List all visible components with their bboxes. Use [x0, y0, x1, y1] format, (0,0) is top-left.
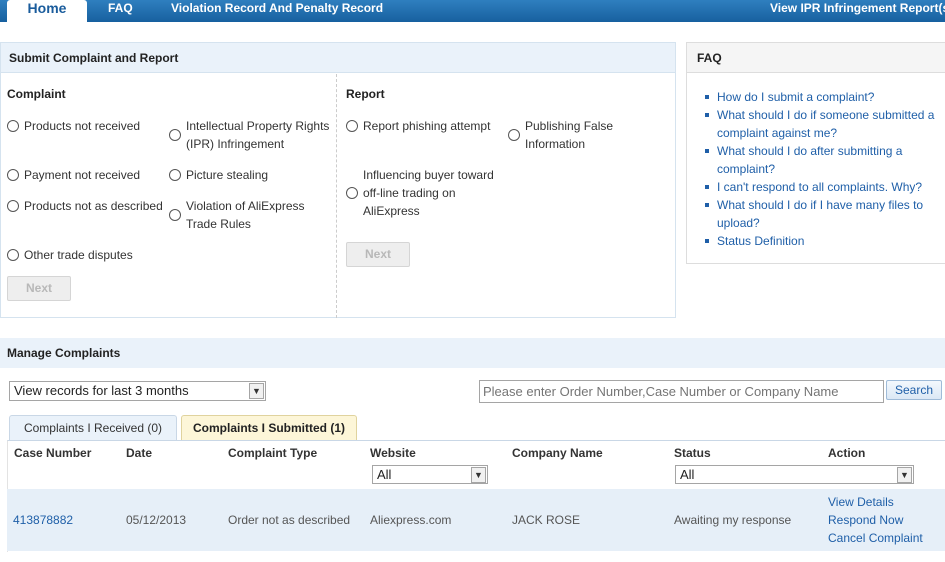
faq-list: How do I submit a complaint? What should…: [704, 88, 944, 250]
faq-link[interactable]: I can't respond to all complaints. Why?: [704, 178, 944, 196]
option-offline-trading[interactable]: Influencing buyer toward off-line tradin…: [346, 166, 506, 220]
option-payment-not-received[interactable]: Payment not received: [7, 166, 167, 184]
view-details-link[interactable]: View Details: [828, 495, 894, 509]
option-products-not-received[interactable]: Products not received: [7, 117, 167, 135]
option-label: Payment not received: [24, 168, 141, 182]
top-navigation: Home FAQ Violation Record And Penalty Re…: [0, 0, 945, 26]
nav-tab-violation-record[interactable]: Violation Record And Penalty Record: [171, 0, 383, 22]
tab-complaints-submitted[interactable]: Complaints I Submitted (1): [181, 415, 357, 440]
website-filter-select[interactable]: All ▼: [372, 465, 488, 484]
option-products-not-as-described[interactable]: Products not as described: [7, 197, 172, 215]
option-violation-trade-rules[interactable]: Violation of AliExpress Trade Rules: [169, 197, 319, 233]
manage-complaints-title: Manage Complaints: [0, 338, 945, 368]
faq-link[interactable]: What should I do if I have many files to…: [704, 196, 944, 232]
tab-complaints-received[interactable]: Complaints I Received (0): [9, 415, 177, 440]
radio-button[interactable]: [346, 187, 358, 199]
column-header-action: Action: [828, 446, 866, 460]
option-other-trade-disputes[interactable]: Other trade disputes: [7, 246, 167, 264]
option-label: Products not as described: [24, 199, 163, 213]
option-label: Products not received: [24, 119, 141, 133]
column-divider: [336, 74, 337, 318]
complaint-website: Aliexpress.com: [370, 513, 452, 527]
complaint-date: 05/12/2013: [126, 513, 187, 527]
radio-button[interactable]: [346, 120, 358, 132]
submit-panel-title: Submit Complaint and Report: [1, 43, 675, 73]
column-header-complaint-type: Complaint Type: [228, 446, 318, 460]
option-report-phishing[interactable]: Report phishing attempt: [346, 117, 506, 135]
radio-button[interactable]: [7, 169, 19, 181]
period-select-value: View records for last 3 months: [14, 383, 189, 398]
option-label: Publishing False Information: [525, 119, 614, 151]
nav-tab-home[interactable]: Home: [7, 0, 87, 26]
faq-link[interactable]: What should I do if someone submitted a …: [704, 106, 944, 142]
faq-link[interactable]: Status Definition: [704, 232, 944, 250]
radio-button[interactable]: [169, 129, 181, 141]
company-name: JACK ROSE: [512, 513, 581, 527]
radio-button[interactable]: [169, 209, 181, 221]
nav-tab-faq[interactable]: FAQ: [108, 0, 133, 22]
faq-panel: FAQ How do I submit a complaint? What sh…: [686, 42, 945, 264]
radio-button[interactable]: [7, 249, 19, 261]
column-header-case-number: Case Number: [14, 446, 92, 460]
chevron-down-icon[interactable]: ▼: [897, 467, 912, 483]
option-label: Picture stealing: [186, 168, 269, 182]
option-label: Report phishing attempt: [363, 119, 491, 133]
option-label: Intellectual Property Rights (IPR) Infri…: [186, 119, 330, 151]
complaint-type: Order not as described: [228, 513, 351, 527]
complaint-section-title: Complaint: [7, 87, 66, 101]
radio-button[interactable]: [169, 169, 181, 181]
radio-button[interactable]: [7, 120, 19, 132]
report-next-button[interactable]: Next: [346, 242, 410, 267]
respond-now-link[interactable]: Respond Now: [828, 513, 903, 527]
report-section-title: Report: [346, 87, 385, 101]
website-filter-value: All: [377, 467, 392, 482]
case-number-link[interactable]: 413878882: [13, 513, 73, 527]
radio-button[interactable]: [7, 200, 19, 212]
option-picture-stealing[interactable]: Picture stealing: [169, 166, 329, 184]
option-label: Violation of AliExpress Trade Rules: [186, 199, 305, 231]
column-header-website: Website: [370, 446, 416, 460]
radio-button[interactable]: [508, 129, 520, 141]
option-label: Influencing buyer toward off-line tradin…: [363, 168, 494, 218]
status-filter-select[interactable]: All ▼: [675, 465, 914, 484]
complaint-status: Awaiting my response: [674, 513, 792, 527]
chevron-down-icon[interactable]: ▼: [471, 467, 486, 483]
option-ipr-infringement[interactable]: Intellectual Property Rights (IPR) Infri…: [169, 117, 334, 153]
option-label: Other trade disputes: [24, 248, 133, 262]
search-input[interactable]: [479, 380, 884, 403]
complaint-next-button[interactable]: Next: [7, 276, 71, 301]
column-header-date: Date: [126, 446, 153, 460]
option-publishing-false-information[interactable]: Publishing False Information: [508, 117, 633, 153]
column-header-status: Status: [674, 446, 711, 460]
faq-link[interactable]: What should I do after submitting a comp…: [704, 142, 944, 178]
period-select[interactable]: View records for last 3 months ▼: [9, 381, 266, 401]
faq-panel-title: FAQ: [687, 43, 945, 73]
status-filter-value: All: [680, 467, 695, 482]
faq-link[interactable]: How do I submit a complaint?: [704, 88, 944, 106]
column-header-company-name: Company Name: [512, 446, 603, 460]
chevron-down-icon[interactable]: ▼: [249, 383, 264, 399]
nav-tab-ipr-reports[interactable]: View IPR Infringement Report(s): [770, 0, 945, 22]
cancel-complaint-link[interactable]: Cancel Complaint: [828, 531, 923, 545]
search-button[interactable]: Search: [886, 380, 942, 400]
